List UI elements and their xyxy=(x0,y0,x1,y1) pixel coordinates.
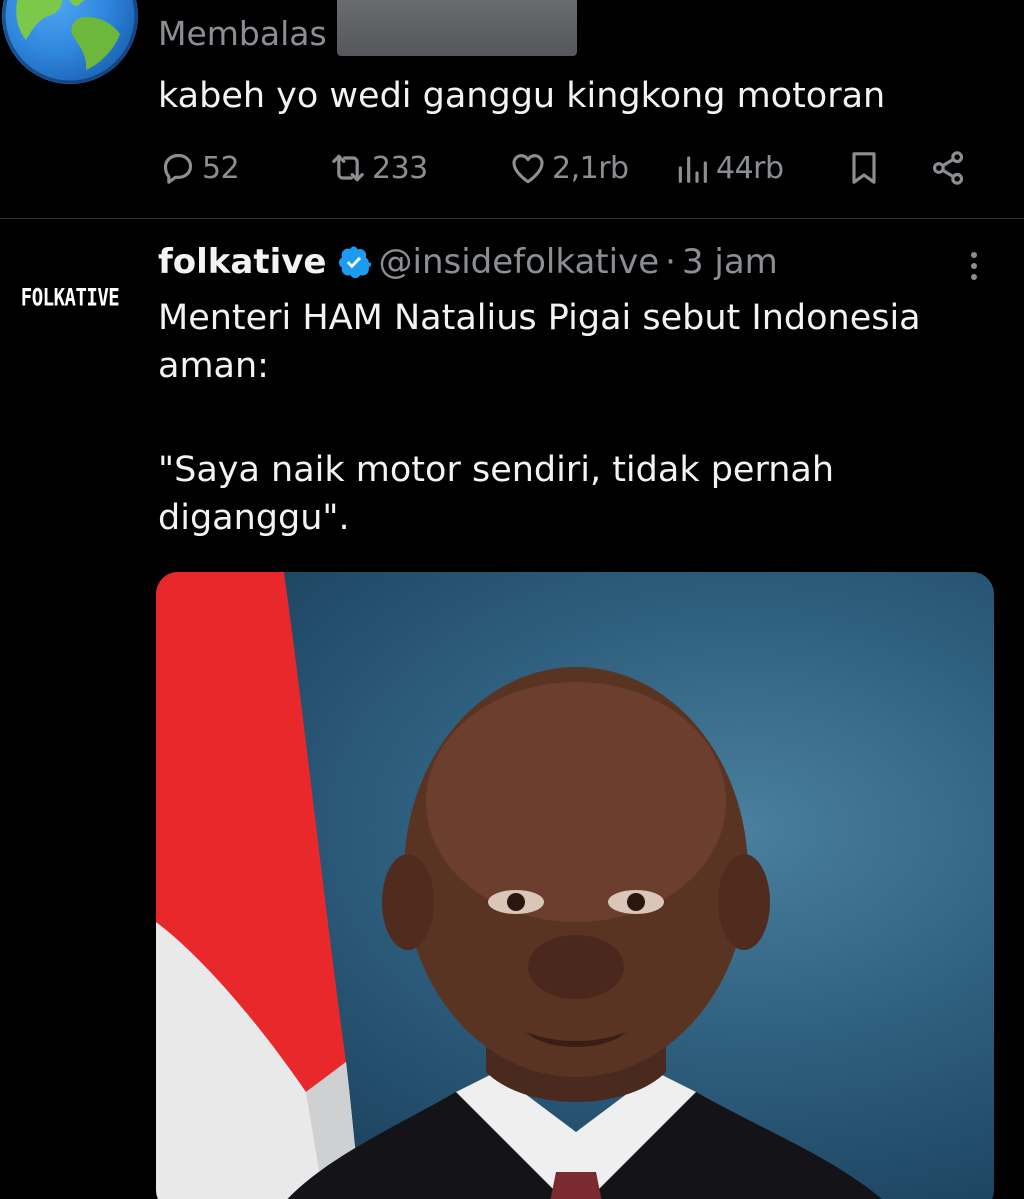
folkative-logo-avatar[interactable]: FOLKATIVE xyxy=(2,240,138,356)
replying-label: Membalas xyxy=(158,14,327,53)
tweet-text: Menteri HAM Natalius Pigai sebut Indones… xyxy=(158,294,998,542)
reply-action-bar: 52 233 2,1rb 44rb xyxy=(158,140,978,196)
folkative-logo-text: FOLKATIVE xyxy=(20,284,120,312)
reply-button[interactable]: 52 xyxy=(158,140,240,196)
tweet-header: folkative @insidefolkative · 3 jam xyxy=(158,240,778,284)
verified-badge-icon xyxy=(338,246,371,279)
display-name[interactable]: folkative xyxy=(158,242,327,282)
share-button[interactable] xyxy=(928,140,968,196)
views-button[interactable]: 44rb xyxy=(672,140,784,196)
share-icon xyxy=(932,151,964,185)
more-options-button[interactable] xyxy=(958,244,990,288)
separator-dot: · xyxy=(665,242,676,282)
like-button[interactable]: 2,1rb xyxy=(508,140,629,196)
redacted-username[interactable] xyxy=(336,0,577,56)
timestamp[interactable]: 3 jam xyxy=(682,242,778,282)
replying-to: Membalas xyxy=(158,0,577,56)
reply-icon xyxy=(163,153,193,184)
repost-icon xyxy=(332,154,364,182)
views-chart-icon xyxy=(678,156,707,183)
like-count: 2,1rb xyxy=(552,150,629,186)
repost-button[interactable]: 233 xyxy=(328,140,428,196)
reply-text: kabeh yo wedi ganggu kingkong motoran xyxy=(158,76,886,116)
more-dot xyxy=(971,274,977,280)
portrait-photo-icon[interactable] xyxy=(156,572,994,1199)
heart-icon xyxy=(512,154,544,184)
more-dot xyxy=(971,263,977,269)
bookmark-icon xyxy=(852,152,876,184)
reply-count: 52 xyxy=(202,150,240,186)
timeline: Membalas kabeh yo wedi ganggu kingkong m… xyxy=(0,0,1024,1199)
tweet-text-line: Menteri HAM Natalius Pigai sebut Indones… xyxy=(158,298,921,386)
view-count: 44rb xyxy=(716,150,784,186)
handle[interactable]: @insidefolkative xyxy=(379,242,660,282)
repost-count: 233 xyxy=(372,150,428,186)
tweet-text-line: "Saya naik motor sendiri, tidak pernah d… xyxy=(158,450,835,538)
more-dot xyxy=(971,252,977,258)
bookmark-button[interactable] xyxy=(844,140,884,196)
tweet-divider xyxy=(0,218,1024,219)
earth-globe-icon[interactable] xyxy=(2,0,138,84)
